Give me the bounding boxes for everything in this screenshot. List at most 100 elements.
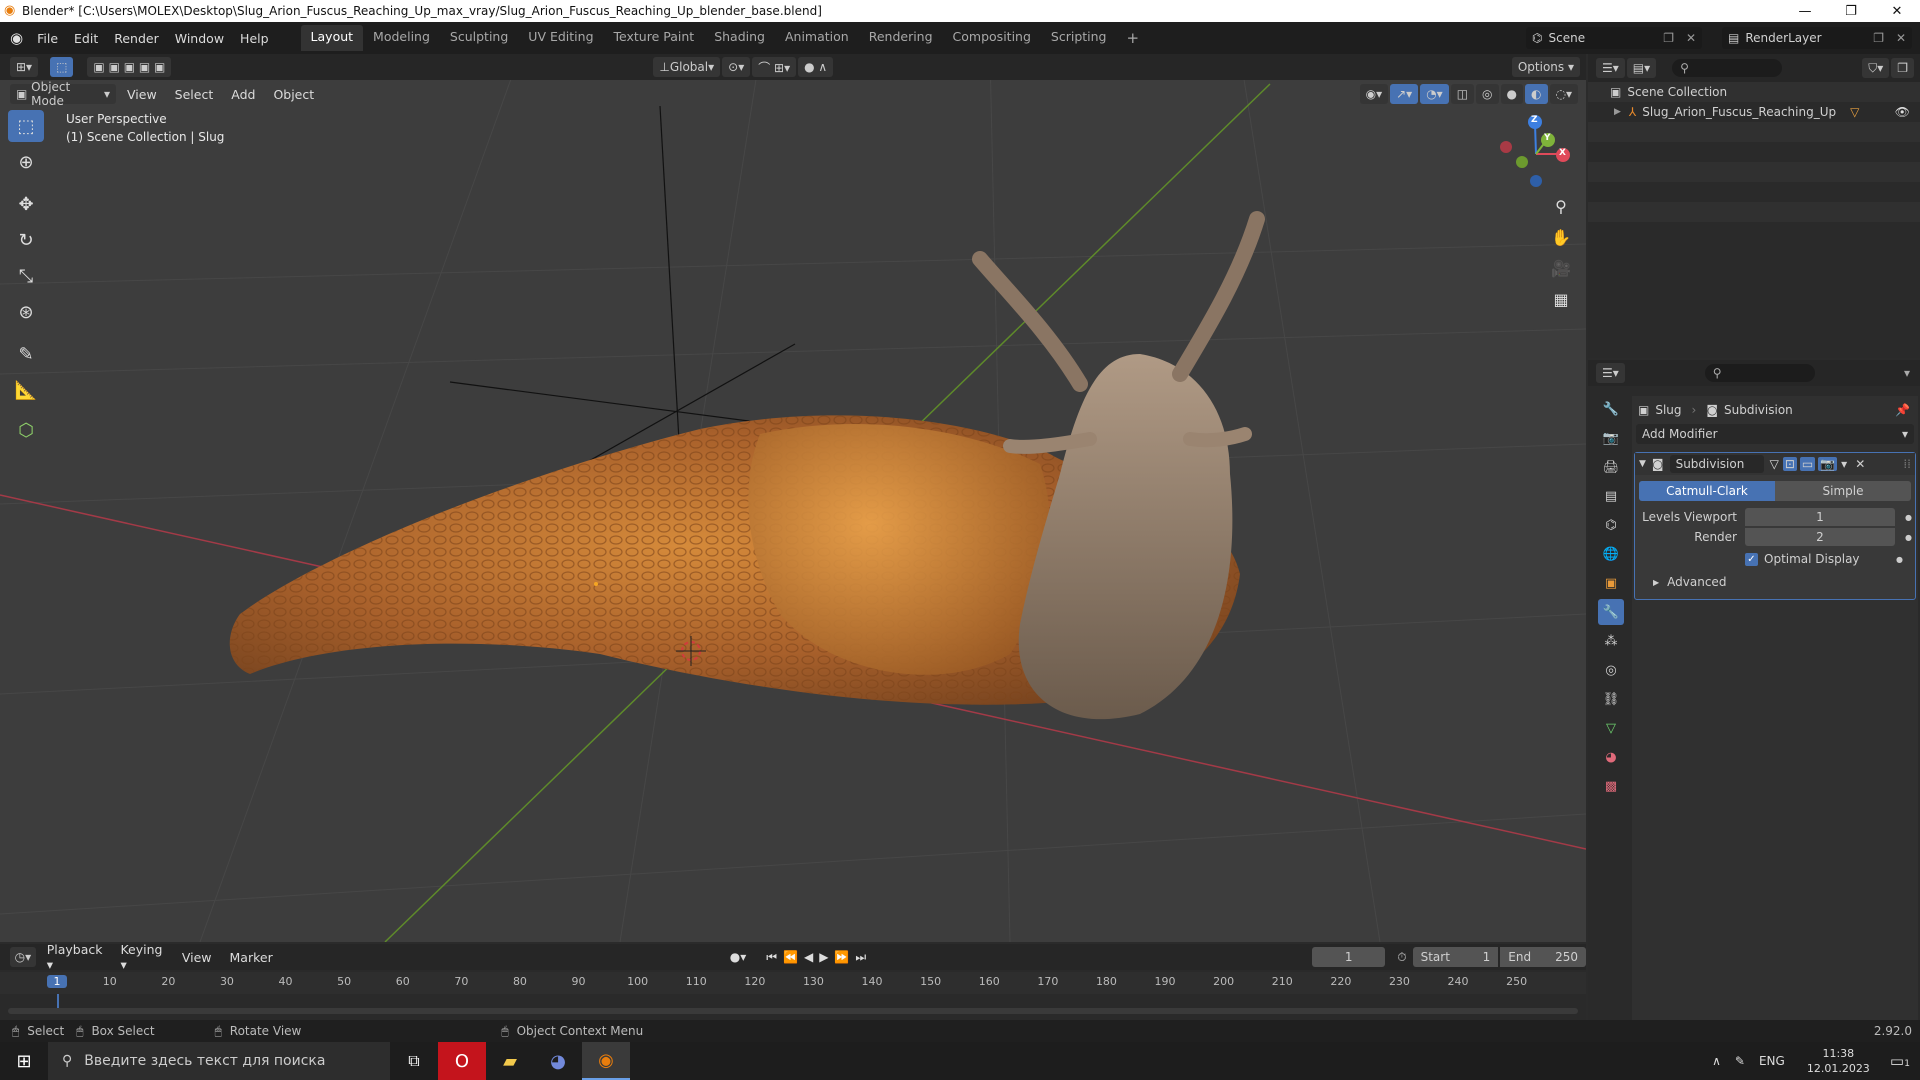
menu-window[interactable]: Window	[167, 31, 232, 46]
modifier-icon[interactable]: ▽	[1850, 105, 1859, 119]
material-shading-icon[interactable]: ◐	[1525, 84, 1548, 104]
remove-modifier-icon[interactable]: ✕	[1855, 457, 1865, 471]
physics-tab-icon[interactable]: ◎	[1598, 657, 1624, 683]
visibility-eye-icon[interactable]: 👁	[1895, 105, 1910, 119]
tab-texture-paint[interactable]: Texture Paint	[604, 25, 705, 51]
task-view-icon[interactable]: ⧉	[390, 1051, 438, 1071]
simple-button[interactable]: Simple	[1775, 481, 1911, 501]
scene-tab-icon[interactable]: ⌬	[1598, 512, 1624, 538]
move-tool-icon[interactable]: ✥	[8, 188, 44, 220]
select-box-tool-icon[interactable]: ⬚	[8, 110, 44, 142]
display-mode-icon[interactable]: ▤▾	[1626, 58, 1657, 78]
tab-uv-editing[interactable]: UV Editing	[518, 25, 603, 51]
delete-view-layer-icon[interactable]: ✕	[1896, 31, 1906, 45]
timeline-scrollbar[interactable]	[8, 1008, 1578, 1014]
current-frame-field[interactable]: 1	[1312, 947, 1386, 967]
scene-selector[interactable]: ⌬ Scene ❐ ✕	[1526, 27, 1702, 49]
data-tab-icon[interactable]: ▽	[1598, 715, 1624, 741]
windows-start-icon[interactable]: ⊞	[0, 1051, 48, 1072]
box-select-mode-icon[interactable]: ▣ ▣ ▣ ▣ ▣	[87, 57, 172, 77]
render-tab-icon[interactable]: 📷	[1598, 425, 1624, 451]
outliner-editor-icon[interactable]: ☰▾	[1596, 58, 1625, 78]
close-button[interactable]: ✕	[1874, 0, 1920, 22]
menu-view[interactable]: View	[118, 87, 166, 102]
proportional-edit-icon[interactable]: ● ∧	[798, 57, 834, 77]
catmull-clark-button[interactable]: Catmull-Clark	[1639, 481, 1775, 501]
editor-type-icon[interactable]: ⊞▾	[10, 57, 39, 77]
tab-animation[interactable]: Animation	[775, 25, 859, 51]
output-tab-icon[interactable]: 🖨	[1598, 454, 1624, 480]
new-scene-icon[interactable]: ❐	[1663, 31, 1674, 45]
keyframe-dot-icon[interactable]: ●	[1905, 533, 1912, 542]
scale-tool-icon[interactable]: ⤡	[8, 260, 44, 292]
clock[interactable]: 11:38 12.01.2023	[1807, 1046, 1870, 1076]
properties-search-input[interactable]: ⚲	[1704, 364, 1815, 382]
tab-rendering[interactable]: Rendering	[859, 25, 943, 51]
pivot-icon[interactable]: ⊙▾	[722, 57, 751, 77]
blender-app-icon[interactable]: ◉	[582, 1042, 630, 1080]
frame-ruler[interactable]: 1 10 20 30 40 50 60 70 80 90 100 110 120 130 140 150 160…	[0, 972, 1586, 994]
drag-handle-icon[interactable]: ⁞⁞	[1903, 457, 1911, 471]
notifications-icon[interactable]: ▭	[1890, 1052, 1904, 1070]
properties-options-icon[interactable]: ▾	[1904, 366, 1910, 380]
world-tab-icon[interactable]: 🌐	[1598, 541, 1624, 567]
editmode-toggle-icon[interactable]: ⊡	[1782, 457, 1797, 471]
modifier-menu-icon[interactable]: ▾	[1841, 457, 1847, 471]
annotate-tool-icon[interactable]: ✎	[8, 338, 44, 370]
add-workspace-icon[interactable]: +	[1117, 25, 1150, 51]
rotate-tool-icon[interactable]: ↻	[8, 224, 44, 256]
properties-editor-icon[interactable]: ☰▾	[1596, 363, 1625, 383]
camera-view-icon[interactable]: 🎥	[1547, 254, 1575, 282]
viewport-toggle-icon[interactable]: ▭	[1799, 457, 1816, 471]
new-view-layer-icon[interactable]: ❐	[1873, 31, 1884, 45]
viewport-scene[interactable]	[0, 54, 1586, 942]
modifier-tab-icon[interactable]: 🔧	[1598, 599, 1624, 625]
timeline-editor-icon[interactable]: ◷▾	[10, 947, 36, 967]
menu-render[interactable]: Render	[106, 31, 167, 46]
transform-orientation[interactable]: ⊥ Global ▾	[653, 57, 721, 77]
menu-add[interactable]: Add	[222, 87, 264, 102]
modifier-name-field[interactable]: Subdivision	[1669, 455, 1764, 473]
menu-marker[interactable]: Marker	[221, 950, 282, 965]
opera-app-icon[interactable]: O	[438, 1042, 486, 1080]
material-tab-icon[interactable]: ◕	[1598, 744, 1624, 770]
perspective-grid-icon[interactable]: ▦	[1547, 285, 1575, 313]
end-frame-field[interactable]: End 250	[1500, 947, 1586, 967]
select-mode-icon[interactable]: ⬚	[50, 57, 74, 77]
blender-menu-icon[interactable]: ◉	[10, 29, 23, 47]
menu-select[interactable]: Select	[166, 87, 223, 102]
delete-scene-icon[interactable]: ✕	[1686, 31, 1696, 45]
tab-shading[interactable]: Shading	[704, 25, 775, 51]
advanced-subpanel-header[interactable]: ▶ Advanced	[1635, 571, 1915, 593]
tray-chevron-icon[interactable]: ∧	[1712, 1054, 1721, 1068]
playback-controls[interactable]: ⏮⏪◀▶⏩⏭	[766, 950, 872, 965]
outliner-row-scene-collection[interactable]: ▣ Scene Collection	[1588, 82, 1920, 102]
tab-scripting[interactable]: Scripting	[1041, 25, 1117, 51]
new-collection-icon[interactable]: ❐	[1891, 58, 1914, 78]
expand-arrow-icon[interactable]: ▶	[1614, 107, 1621, 117]
optimal-display-checkbox[interactable]: ✓	[1745, 552, 1758, 566]
view-layer-tab-icon[interactable]: ▤	[1598, 483, 1624, 509]
tab-layout[interactable]: Layout	[300, 25, 364, 51]
levels-viewport-field[interactable]: 1	[1745, 508, 1895, 526]
constraints-tab-icon[interactable]: ⛓	[1598, 686, 1624, 712]
menu-keying[interactable]: Keying ▾	[111, 942, 172, 972]
rendered-shading-icon[interactable]: ◌▾	[1549, 84, 1578, 104]
menu-object[interactable]: Object	[264, 87, 323, 102]
transform-tool-icon[interactable]: ⊛	[8, 296, 44, 328]
pin-icon[interactable]: 📌	[1895, 403, 1910, 417]
overlay-toggle-icon[interactable]: ◔▾	[1420, 84, 1449, 104]
visibility-icon[interactable]: ◉▾	[1359, 84, 1389, 104]
filter-icon[interactable]: ⛉▾	[1862, 58, 1890, 78]
solid-shading-icon[interactable]: ●	[1500, 84, 1524, 104]
collapse-arrow-icon[interactable]: ▼	[1639, 459, 1646, 469]
tab-compositing[interactable]: Compositing	[943, 25, 1041, 51]
pan-hand-icon[interactable]: ✋	[1547, 223, 1575, 251]
tab-modeling[interactable]: Modeling	[363, 25, 440, 51]
3d-viewport[interactable]: Z X Y User Perspective (1) Scene Collect…	[0, 54, 1586, 942]
taskbar-search[interactable]: ⚲ Введите здесь текст для поиска	[48, 1042, 390, 1080]
gizmo-toggle-icon[interactable]: ↗▾	[1390, 84, 1419, 104]
file-explorer-icon[interactable]: ▰	[486, 1051, 534, 1072]
menu-help[interactable]: Help	[232, 31, 277, 46]
start-frame-field[interactable]: Start 1	[1412, 947, 1499, 967]
